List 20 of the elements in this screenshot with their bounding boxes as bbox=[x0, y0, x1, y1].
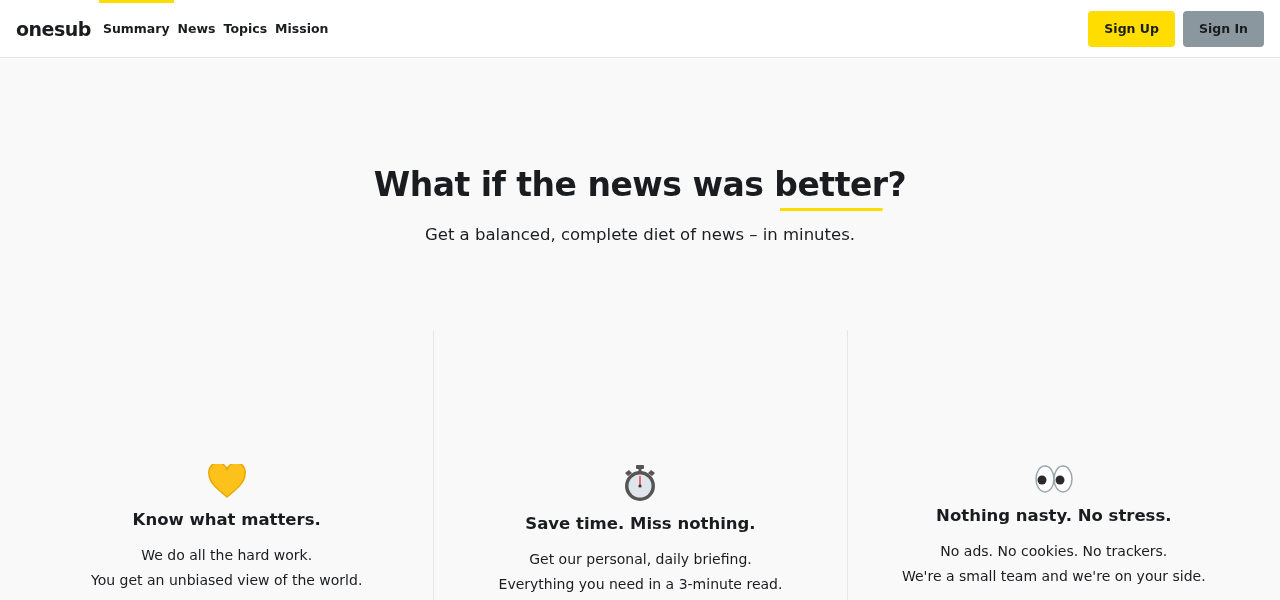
sign-in-button[interactable]: Sign In bbox=[1182, 10, 1264, 47]
sign-up-button[interactable]: Sign Up bbox=[1088, 10, 1175, 47]
feature-title: Save time. Miss nothing. bbox=[525, 514, 756, 534]
hero-subheading: Get a balanced, complete diet of news – in minutes. bbox=[423, 225, 857, 244]
nav-link[interactable]: Summary bbox=[98, 0, 174, 57]
feature-text: We do all the hard work. bbox=[141, 546, 313, 565]
logo[interactable]: onesub bbox=[16, 17, 91, 40]
nav-link[interactable]: News bbox=[173, 0, 220, 57]
feature-text: Everything you need in a 3-minute read. bbox=[498, 575, 783, 594]
hero-heading: What if the news was better? bbox=[373, 163, 907, 217]
feature-text: We're a small team and we're on your side. bbox=[901, 567, 1206, 586]
feature-title: Nothing nasty. No stress. bbox=[936, 506, 1172, 526]
feature-text: No ads. No cookies. No trackers. bbox=[940, 542, 1168, 561]
feature-text: Get our personal, daily briefing. bbox=[529, 550, 752, 569]
feature-title: Know what matters. bbox=[132, 510, 321, 530]
nav-link[interactable]: Mission bbox=[271, 0, 333, 57]
eyes-icon bbox=[1033, 464, 1074, 494]
nav-link[interactable]: Topics bbox=[219, 0, 272, 57]
feature-text: You get an unbiased view of the world. bbox=[91, 571, 363, 590]
heart-icon bbox=[207, 464, 246, 498]
